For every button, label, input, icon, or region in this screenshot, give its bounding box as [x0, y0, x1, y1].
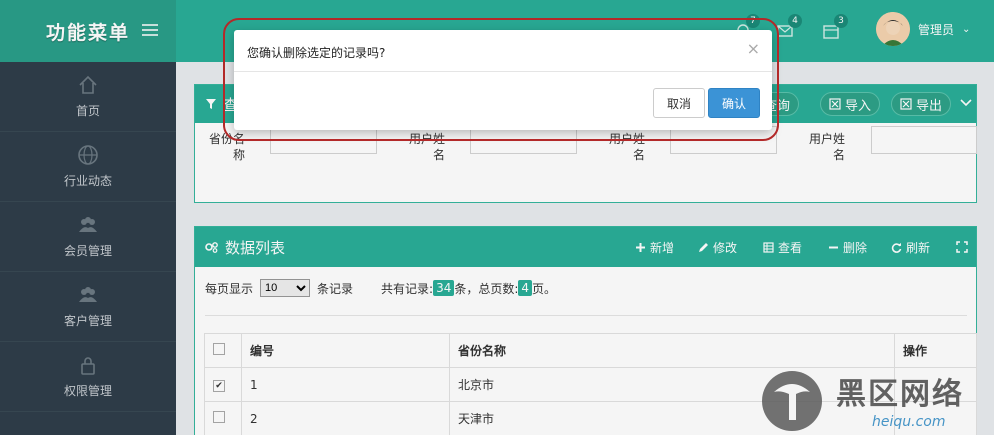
- highlight-annotation: [223, 18, 779, 141]
